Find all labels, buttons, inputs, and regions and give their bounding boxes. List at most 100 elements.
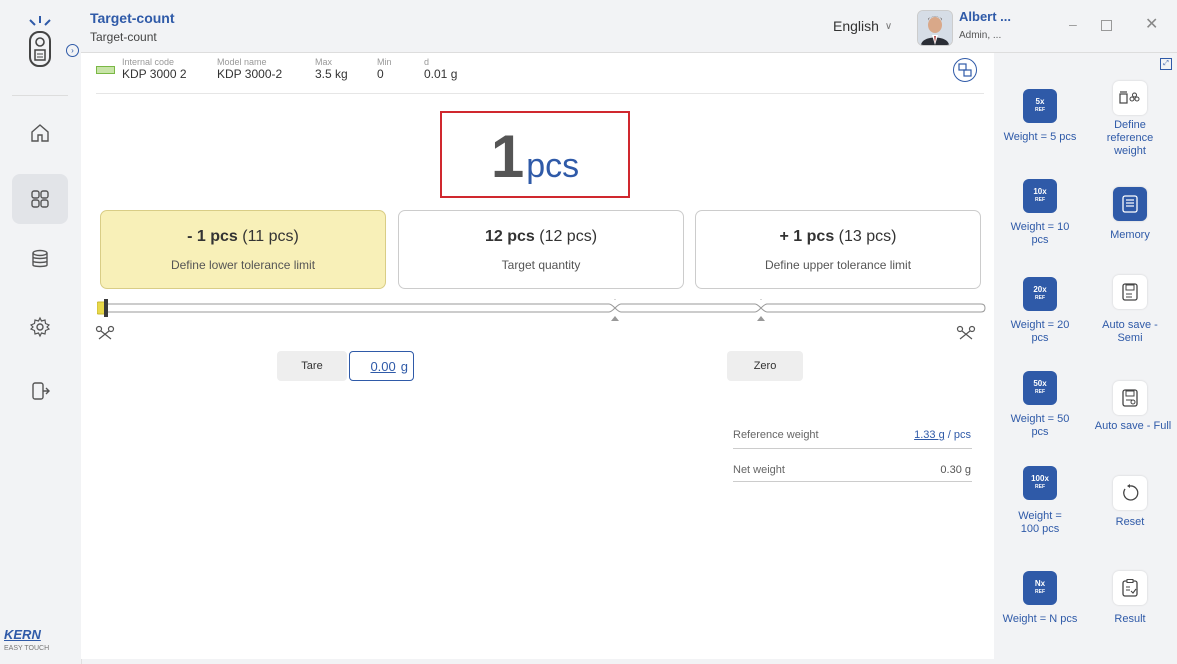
tolerance-slider[interactable] (96, 295, 987, 339)
ref-nx-label: Weight = N pcs (1002, 613, 1078, 625)
lower-tolerance-card[interactable]: - 1 pcs (11 pcs) Define lower tolerance … (100, 210, 386, 289)
ref-50x-small: REF (1035, 389, 1045, 395)
tare-value: 0.00 (370, 358, 396, 374)
balance-status-icon (96, 66, 115, 74)
ref-nx-big: Nx (1034, 579, 1046, 588)
divider (733, 448, 972, 449)
database-nav-button[interactable] (12, 234, 68, 284)
ref-5x-small: REF (1035, 107, 1045, 113)
ref-50x-label: Weight = 50 pcs (1010, 413, 1070, 438)
switch-balance-button[interactable] (953, 58, 977, 82)
page-title: Target-count (90, 10, 175, 26)
divider (12, 95, 68, 96)
reference-weight-readout[interactable]: 1.33 g / pcs (901, 429, 971, 441)
ref-100x-button[interactable]: 100x REF (1023, 466, 1057, 500)
database-icon (32, 249, 48, 268)
ref-5x-label: Weight = 5 pcs (1003, 131, 1077, 143)
ref-20x-button[interactable]: 20x REF (1023, 277, 1057, 311)
target-quantity-sub: (12 pcs) (539, 228, 598, 245)
ref-10x-small: REF (1035, 197, 1045, 203)
logout-nav-button[interactable] (12, 366, 68, 416)
define-reference-label: Define reference weight (1106, 119, 1154, 157)
define-reference-button[interactable] (1113, 81, 1147, 115)
home-nav-button[interactable] (12, 108, 68, 158)
upper-tolerance-label: Define upper tolerance limit (764, 258, 912, 272)
maximize-button[interactable] (1101, 20, 1112, 31)
ref-100x-label: Weight = 100 pcs (1018, 510, 1062, 535)
model-name-group: Model name KDP 3000-2 (217, 57, 282, 81)
divider (96, 93, 984, 94)
max-label: Max (315, 57, 333, 67)
brand-subtitle: EASY TOUCH (4, 645, 50, 652)
reference-weight-suffix: / pcs (944, 429, 971, 441)
ref-5x-button[interactable]: 5x REF (1023, 89, 1057, 123)
main-panel: Internal code KDP 3000 2 Model name KDP … (81, 53, 994, 659)
expand-sidebar-icon[interactable]: › (66, 44, 79, 57)
scale-logo-icon (22, 14, 58, 70)
memory-label: Memory (1110, 229, 1150, 241)
memory-button[interactable] (1113, 187, 1147, 221)
ref-20x-label: Weight = 20 pcs (1010, 319, 1070, 344)
tare-unit: g (400, 358, 408, 374)
sidebar: › KERN EASY TOUCH (0, 0, 82, 664)
d-group: d 0.01 g (424, 57, 457, 81)
ref-nx-button[interactable]: Nx REF (1023, 571, 1057, 605)
switch-balance-icon (958, 63, 972, 77)
result-icon (1122, 579, 1138, 597)
zero-label: Zero (753, 360, 777, 372)
target-quantity-main: 12 pcs (484, 228, 535, 245)
memory-icon (1122, 195, 1138, 213)
close-button[interactable]: ✕ (1145, 14, 1158, 34)
d-label: d (424, 57, 430, 67)
auto-save-full-button[interactable] (1113, 381, 1147, 415)
model-name-label: Model name (217, 57, 267, 67)
right-panel: ⤢ 5x REF Weight = 5 pcs 10x REF Weight = 1… (994, 53, 1177, 659)
count-unit: pcs (526, 147, 580, 185)
net-weight-value: 0.30 g (940, 464, 971, 476)
ref-20x-small: REF (1035, 295, 1045, 301)
zero-button[interactable]: Zero (727, 351, 803, 381)
page-subtitle: Target-count (90, 30, 157, 44)
ref-50x-button[interactable]: 50x REF (1023, 371, 1057, 405)
tare-input[interactable]: 0.00 g (349, 351, 414, 381)
count-value: 1 (490, 123, 525, 190)
ref-nx-small: REF (1035, 589, 1045, 595)
tare-button[interactable]: Tare (277, 351, 347, 381)
max-value: 3.5 kg (315, 67, 348, 81)
settings-nav-button[interactable] (12, 302, 68, 352)
reset-icon (1123, 484, 1139, 501)
reference-weight-value: 1.33 g (914, 429, 945, 441)
upper-tolerance-card[interactable]: + 1 pcs (13 pcs) Define upper tolerance … (695, 210, 981, 289)
divider (733, 481, 972, 482)
ref-10x-button[interactable]: 10x REF (1023, 179, 1057, 213)
result-label: Result (1114, 613, 1146, 625)
scissors-right-icon (956, 325, 976, 346)
brand-logo: KERN (4, 627, 41, 642)
header: Target-count Target-count English ∨ Albe… (81, 0, 1177, 53)
avatar[interactable] (917, 10, 953, 46)
lower-tolerance-label: Define lower tolerance limit (170, 258, 316, 272)
lower-tolerance-main: - 1 pcs (187, 228, 238, 245)
auto-save-semi-label: Auto save - Semi (1102, 319, 1158, 344)
language-value: English (833, 18, 879, 34)
minimize-button[interactable]: – (1069, 16, 1077, 32)
ref-100x-big: 100x (1031, 474, 1049, 483)
gear-icon (29, 316, 51, 338)
reset-button[interactable] (1113, 476, 1147, 510)
scissors-left-icon (95, 325, 115, 346)
d-value: 0.01 g (424, 67, 458, 81)
reference-weight-label: Reference weight (733, 429, 819, 441)
user-role: Admin, ... (959, 30, 1002, 41)
internal-code-group: Internal code KDP 3000 2 (122, 57, 187, 81)
internal-code-label: Internal code (122, 57, 175, 67)
expand-panel-icon[interactable]: ⤢ (1160, 58, 1172, 70)
language-select[interactable]: English ∨ (833, 18, 892, 34)
apps-nav-button[interactable] (12, 174, 68, 224)
max-group: Max 3.5 kg (315, 57, 348, 81)
auto-save-semi-button[interactable] (1113, 275, 1147, 309)
auto-save-semi-icon (1122, 283, 1138, 301)
target-quantity-card[interactable]: 12 pcs (12 pcs) Target quantity (398, 210, 684, 289)
result-button[interactable] (1113, 571, 1147, 605)
auto-save-full-icon (1122, 389, 1138, 407)
lower-tolerance-sub: (11 pcs) (242, 228, 299, 245)
